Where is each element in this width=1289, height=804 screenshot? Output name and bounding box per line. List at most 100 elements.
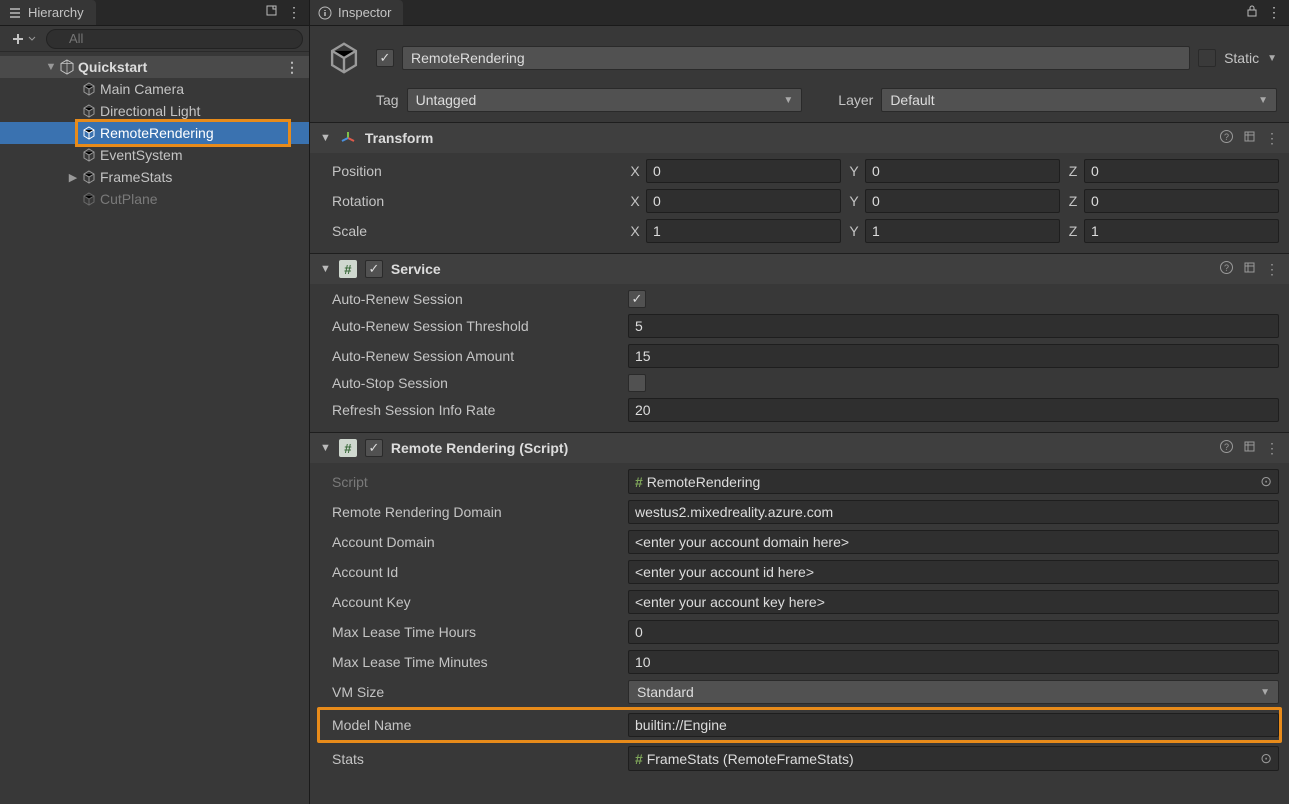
foldout-icon[interactable]: ▶ bbox=[66, 171, 80, 184]
hierarchy-tree: ▼ Quickstart ⋮ Main Camera Directional L… bbox=[0, 52, 309, 210]
preset-icon[interactable] bbox=[1242, 439, 1257, 457]
object-picker-icon[interactable]: ⊙ bbox=[1260, 750, 1272, 767]
list-item[interactable]: RemoteRendering bbox=[0, 122, 309, 144]
list-item[interactable]: Directional Light bbox=[0, 100, 309, 122]
autostop-checkbox[interactable]: ✓ bbox=[628, 374, 646, 392]
list-item-label: RemoteRendering bbox=[98, 125, 214, 141]
gameobject-icon[interactable] bbox=[322, 36, 366, 80]
axis-x-label: X bbox=[628, 193, 642, 209]
help-icon[interactable]: ? bbox=[1219, 260, 1234, 278]
vmsize-dropdown[interactable]: Standard ▼ bbox=[628, 680, 1279, 704]
component-header[interactable]: ▼ # ✓ Service ? ⋮ bbox=[310, 254, 1289, 284]
chevron-down-icon: ▼ bbox=[783, 95, 793, 106]
static-checkbox[interactable] bbox=[1198, 49, 1216, 67]
object-header: ✓ Static ▼ bbox=[310, 26, 1289, 84]
hierarchy-panel: Hierarchy ⋮ ▼ Quickstart ⋮ bbox=[0, 0, 310, 804]
kebab-icon[interactable]: ⋮ bbox=[1265, 261, 1279, 278]
list-item[interactable]: ▶ FrameStats bbox=[0, 166, 309, 188]
scale-z-input[interactable] bbox=[1084, 219, 1279, 243]
list-item-label: Directional Light bbox=[98, 103, 200, 119]
position-y-input[interactable] bbox=[865, 159, 1060, 183]
script-icon: # bbox=[339, 439, 357, 457]
scene-menu-icon[interactable]: ⋮ bbox=[285, 59, 309, 76]
service-component: ▼ # ✓ Service ? ⋮ Auto-Renew Session ✓ A… bbox=[310, 253, 1289, 432]
position-z-input[interactable] bbox=[1084, 159, 1279, 183]
object-picker-icon: ⊙ bbox=[1260, 473, 1272, 490]
gameobject-icon bbox=[80, 103, 98, 119]
component-header[interactable]: ▼ # ✓ Remote Rendering (Script) ? ⋮ bbox=[310, 433, 1289, 463]
domain-input[interactable] bbox=[628, 500, 1279, 524]
lease-hours-input[interactable] bbox=[628, 620, 1279, 644]
foldout-icon[interactable]: ▼ bbox=[320, 263, 331, 275]
component-enabled-checkbox[interactable]: ✓ bbox=[365, 260, 383, 278]
scene-label: Quickstart bbox=[76, 59, 147, 75]
foldout-icon[interactable]: ▼ bbox=[44, 61, 58, 73]
rotation-z-input[interactable] bbox=[1084, 189, 1279, 213]
popout-icon[interactable] bbox=[265, 4, 279, 21]
component-header[interactable]: ▼ Transform ? ⋮ bbox=[310, 123, 1289, 153]
search-input[interactable] bbox=[46, 29, 303, 49]
account-domain-input[interactable] bbox=[628, 530, 1279, 554]
foldout-icon[interactable]: ▼ bbox=[320, 132, 331, 144]
tag-value: Untagged bbox=[416, 92, 477, 108]
lease-minutes-label: Max Lease Time Minutes bbox=[320, 654, 620, 670]
scale-y-input[interactable] bbox=[865, 219, 1060, 243]
axis-z-label: Z bbox=[1066, 193, 1080, 209]
list-item[interactable]: CutPlane bbox=[0, 188, 309, 210]
gameobject-icon bbox=[80, 191, 98, 207]
lease-hours-label: Max Lease Time Hours bbox=[320, 624, 620, 640]
threshold-input[interactable] bbox=[628, 314, 1279, 338]
position-label: Position bbox=[320, 163, 620, 179]
model-name-input[interactable] bbox=[628, 713, 1279, 737]
kebab-icon[interactable]: ⋮ bbox=[1265, 440, 1279, 457]
inspector-tab[interactable]: Inspector bbox=[310, 0, 403, 25]
help-icon[interactable]: ? bbox=[1219, 129, 1234, 147]
inspector-panel: Inspector ⋮ ✓ Static ▼ bbox=[310, 0, 1289, 804]
foldout-icon[interactable]: ▼ bbox=[320, 442, 331, 454]
threshold-label: Auto-Renew Session Threshold bbox=[320, 318, 620, 334]
layer-dropdown[interactable]: Default ▼ bbox=[881, 88, 1277, 112]
stats-field[interactable]: # FrameStats (RemoteFrameStats) ⊙ bbox=[628, 746, 1279, 771]
create-button[interactable] bbox=[6, 29, 40, 49]
object-name-input[interactable] bbox=[402, 46, 1190, 70]
domain-label: Remote Rendering Domain bbox=[320, 504, 620, 520]
lease-minutes-input[interactable] bbox=[628, 650, 1279, 674]
info-icon bbox=[318, 6, 332, 20]
amount-input[interactable] bbox=[628, 344, 1279, 368]
help-icon[interactable]: ? bbox=[1219, 439, 1234, 457]
tag-label: Tag bbox=[376, 92, 399, 108]
auto-renew-checkbox[interactable]: ✓ bbox=[628, 290, 646, 308]
account-key-input[interactable] bbox=[628, 590, 1279, 614]
hierarchy-icon bbox=[8, 6, 22, 20]
svg-text:?: ? bbox=[1224, 263, 1229, 273]
tag-dropdown[interactable]: Untagged ▼ bbox=[407, 88, 803, 112]
list-item[interactable]: Main Camera bbox=[0, 78, 309, 100]
kebab-icon[interactable]: ⋮ bbox=[1265, 130, 1279, 147]
enabled-checkbox[interactable]: ✓ bbox=[376, 49, 394, 67]
rotation-x-input[interactable] bbox=[646, 189, 841, 213]
component-enabled-checkbox[interactable]: ✓ bbox=[365, 439, 383, 457]
axis-y-label: Y bbox=[847, 163, 861, 179]
account-id-input[interactable] bbox=[628, 560, 1279, 584]
kebab-icon[interactable]: ⋮ bbox=[1267, 4, 1281, 21]
list-item[interactable]: EventSystem bbox=[0, 144, 309, 166]
list-item-label: CutPlane bbox=[98, 191, 158, 207]
scale-x-input[interactable] bbox=[646, 219, 841, 243]
chevron-down-icon[interactable]: ▼ bbox=[1267, 53, 1277, 64]
kebab-icon[interactable]: ⋮ bbox=[287, 4, 301, 21]
auto-renew-label: Auto-Renew Session bbox=[320, 291, 620, 307]
lock-icon[interactable] bbox=[1245, 4, 1259, 21]
position-x-input[interactable] bbox=[646, 159, 841, 183]
highlight-annotation: Model Name bbox=[317, 707, 1282, 743]
rotation-y-input[interactable] bbox=[865, 189, 1060, 213]
account-domain-label: Account Domain bbox=[320, 534, 620, 550]
axis-y-label: Y bbox=[847, 223, 861, 239]
scene-row[interactable]: ▼ Quickstart ⋮ bbox=[0, 56, 309, 78]
vmsize-value: Standard bbox=[637, 684, 694, 700]
preset-icon[interactable] bbox=[1242, 260, 1257, 278]
script-label: Script bbox=[320, 474, 620, 490]
refresh-input[interactable] bbox=[628, 398, 1279, 422]
gameobject-icon bbox=[80, 81, 98, 97]
preset-icon[interactable] bbox=[1242, 129, 1257, 147]
hierarchy-tab[interactable]: Hierarchy bbox=[0, 0, 96, 25]
